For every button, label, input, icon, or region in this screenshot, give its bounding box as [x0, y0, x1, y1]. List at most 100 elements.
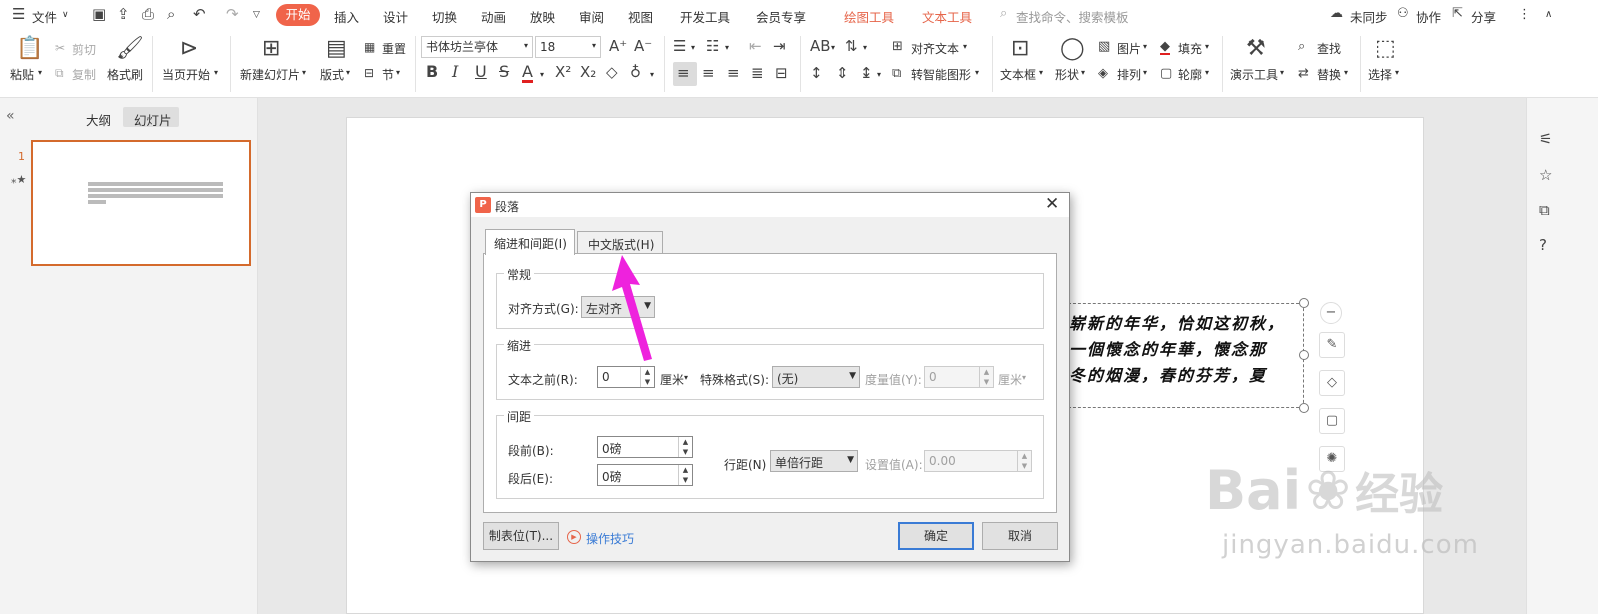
before-text-input[interactable]: 0 ▲ ▼ — [597, 366, 655, 388]
decrease-indent-icon[interactable]: ⇤ — [749, 39, 762, 54]
decrease-font-icon[interactable]: A⁻ — [634, 39, 652, 54]
new-slide-button[interactable]: 新建幻灯片 — [240, 66, 300, 83]
collapse-float-icon[interactable]: − — [1320, 302, 1342, 324]
space-before-spinner-icon[interactable]: ▲ ▼ — [678, 437, 692, 457]
smart-shape-button[interactable]: 转智能图形 — [911, 66, 971, 83]
outline-button[interactable]: 轮廓 — [1178, 66, 1202, 83]
unit-chevron-icon[interactable]: ▾ — [684, 373, 688, 382]
bullet-chevron-icon[interactable]: ▾ — [691, 43, 695, 52]
arrange-button[interactable]: 排列 — [1117, 66, 1141, 83]
hamburger-icon[interactable]: ☰ — [12, 7, 25, 22]
copy-button[interactable]: 复制 — [72, 66, 96, 83]
clear-format-icon[interactable]: ◇ — [606, 65, 618, 80]
tab-developer[interactable]: 开发工具 — [680, 7, 730, 26]
chevron-down-icon[interactable]: ∨ — [62, 10, 69, 20]
measure-unit-dropdown[interactable]: 厘米 — [998, 371, 1022, 388]
replace-button[interactable]: 替换 — [1317, 66, 1341, 83]
save-icon[interactable]: ▣ — [92, 7, 106, 22]
section-button[interactable]: 节 — [382, 66, 394, 83]
numbered-chevron-icon[interactable]: ▾ — [725, 43, 729, 52]
tab-animation[interactable]: 动画 — [481, 7, 506, 26]
print-icon[interactable]: ⎙ — [142, 7, 154, 22]
new-slide-chevron-icon[interactable]: ▾ — [302, 68, 306, 77]
file-menu[interactable]: 文件 — [32, 7, 57, 26]
set-value-spinner-icon[interactable]: ▲ ▼ — [1017, 451, 1031, 471]
presentation-tools-button[interactable]: 演示工具 — [1230, 66, 1278, 83]
text-box-selection[interactable]: 崭新的年华，恰如这初秋， 一個懷念的年華，懷念那 冬的烟漫，春的芬芳，夏 — [1068, 303, 1304, 408]
tab-review[interactable]: 审阅 — [579, 7, 604, 26]
align-text-button[interactable]: 对齐文本 — [911, 40, 959, 57]
properties-icon[interactable]: ⚟ — [1539, 132, 1552, 147]
bold-icon[interactable]: B — [426, 64, 438, 80]
space-before-input[interactable]: 0磅 ▲ ▼ — [597, 436, 693, 458]
close-icon[interactable]: ✕ — [1045, 194, 1059, 214]
phonetic-icon[interactable]: ♁ — [630, 65, 641, 80]
set-value-input[interactable]: 0.00 ▲ ▼ — [924, 450, 1032, 472]
numbered-list-icon[interactable]: ☷ — [706, 39, 719, 54]
collapse-ribbon-icon[interactable]: ∧ — [1545, 9, 1552, 20]
outline-chevron-icon[interactable]: ▾ — [1205, 68, 1209, 77]
shape-chevron-icon[interactable]: ▾ — [1081, 68, 1085, 77]
measure-unit-chevron-icon[interactable]: ▾ — [1022, 373, 1026, 382]
font-color-icon[interactable]: A — [522, 64, 533, 83]
spacing-chevron-icon[interactable]: ▾ — [877, 70, 881, 79]
collaborate-button[interactable]: 协作 — [1416, 7, 1441, 26]
tab-indent-spacing[interactable]: 缩进和间距(I) — [485, 229, 575, 255]
shape-button[interactable]: 形状 — [1055, 66, 1079, 83]
cancel-button[interactable]: 取消 — [982, 522, 1058, 550]
sort-icon[interactable]: ⇅ — [845, 39, 858, 54]
phonetic-chevron-icon[interactable]: ▾ — [650, 70, 654, 79]
quick-access-chevron-icon[interactable]: ▽ — [253, 10, 260, 20]
textbox-chevron-icon[interactable]: ▾ — [1039, 68, 1043, 77]
font-size-chevron-icon[interactable]: ▾ — [592, 41, 596, 50]
tab-design[interactable]: 设计 — [383, 7, 408, 26]
play-from-current-button[interactable]: 当页开始 — [162, 66, 210, 83]
line-spacing-select[interactable]: 单倍行距 ▼ — [770, 450, 858, 472]
distribute-icon[interactable]: ⊟ — [775, 66, 788, 81]
format-painter-button[interactable]: 格式刷 — [107, 66, 143, 83]
animation-icon[interactable]: ☆ — [1539, 168, 1552, 183]
resize-handle[interactable] — [1299, 298, 1309, 308]
layout-button[interactable]: 版式 — [320, 66, 344, 83]
measure-input[interactable]: 0 ▲ ▼ — [924, 366, 994, 388]
tab-view[interactable]: 视图 — [628, 7, 653, 26]
help-icon[interactable]: ? — [1539, 238, 1547, 253]
paragraph-spacing-icon[interactable]: ⇕ — [836, 66, 849, 81]
replace-chevron-icon[interactable]: ▾ — [1344, 68, 1348, 77]
select-chevron-icon[interactable]: ▾ — [1395, 68, 1399, 77]
select-button[interactable]: 选择 — [1368, 66, 1392, 83]
superscript-icon[interactable]: X² — [555, 65, 571, 80]
tabs-button[interactable]: 制表位(T)... — [483, 522, 559, 550]
align-text-chevron-icon[interactable]: ▾ — [963, 42, 967, 51]
layout-chevron-icon[interactable]: ▾ — [346, 68, 350, 77]
bullet-list-icon[interactable]: ☰ — [673, 39, 686, 54]
font-name-combo[interactable]: 书体坊兰亭体 — [421, 36, 533, 58]
export-icon[interactable]: ⇪ — [117, 7, 130, 22]
sync-status[interactable]: 未同步 — [1350, 7, 1388, 26]
tab-chinese-layout[interactable]: 中文版式(H) — [577, 231, 663, 253]
undo-icon[interactable]: ↶ — [193, 7, 206, 22]
increase-indent-icon[interactable]: ⇥ — [773, 39, 786, 54]
resize-handle[interactable] — [1299, 350, 1309, 360]
tab-member[interactable]: 会员专享 — [756, 7, 806, 26]
tab-text-tools[interactable]: 文本工具 — [922, 7, 972, 26]
collapse-panel-icon[interactable]: « — [6, 108, 15, 124]
more-icon[interactable]: ⋮ — [1518, 7, 1531, 22]
paste-button[interactable]: 粘贴 — [10, 66, 34, 83]
section-chevron-icon[interactable]: ▾ — [396, 68, 400, 77]
smart-shape-chevron-icon[interactable]: ▾ — [975, 68, 979, 77]
slide-thumbnail[interactable] — [31, 140, 251, 266]
reset-button[interactable]: 重置 — [382, 40, 406, 57]
picture-button[interactable]: 图片 — [1117, 40, 1141, 57]
outline-box-icon[interactable]: ▢ — [1319, 408, 1345, 434]
picture-chevron-icon[interactable]: ▾ — [1143, 42, 1147, 51]
fill-chevron-icon[interactable]: ▾ — [1205, 42, 1209, 51]
text-direction-chevron-icon[interactable]: ▾ — [831, 43, 835, 52]
slide-transition-icon[interactable]: ⧉ — [1539, 203, 1550, 218]
play-chevron-icon[interactable]: ▾ — [214, 68, 218, 77]
fill-button[interactable]: 填充 — [1178, 40, 1202, 57]
spinner-arrows-icon[interactable]: ▲ ▼ — [640, 367, 654, 387]
cut-button[interactable]: 剪切 — [72, 41, 96, 58]
increase-font-icon[interactable]: A⁺ — [609, 39, 627, 54]
align-right-icon[interactable]: ≡ — [727, 66, 740, 81]
